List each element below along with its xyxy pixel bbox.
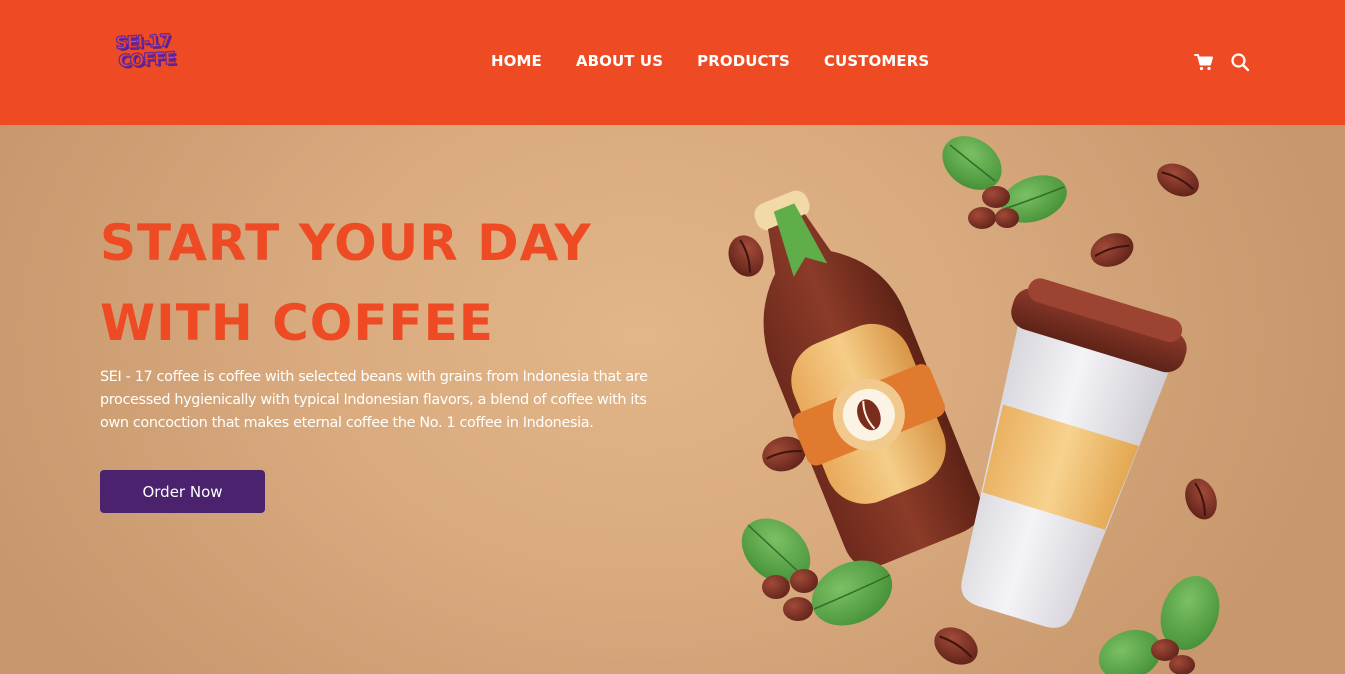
nav-icons (1194, 52, 1250, 72)
leaf-cluster-bottom-right (1098, 576, 1220, 674)
brand-logo[interactable]: SEI-17 COFFE (114, 30, 187, 75)
leaf-cluster-top (942, 136, 1067, 229)
coffee-cup (961, 278, 1187, 628)
hero-description: SEI - 17 coffee is coffee with selected … (100, 369, 648, 431)
hero-headline: START YOUR DAY WITH COFFEE (100, 203, 660, 363)
search-icon[interactable] (1230, 52, 1250, 72)
hero-section: START YOUR DAY WITH COFFEE SEI - 17 coff… (0, 125, 1345, 674)
order-now-button[interactable]: Order Now (100, 470, 265, 513)
logo-line-2: COFFE (117, 48, 176, 72)
coffee-bottle (754, 190, 982, 567)
headline-line-1: START YOUR DAY (100, 214, 592, 272)
main-nav: HOME ABOUT US PRODUCTS CUSTOMERS (491, 52, 929, 70)
nav-link-customers[interactable]: CUSTOMERS (824, 52, 929, 70)
headline-line-2: WITH COFFEE (100, 294, 494, 352)
coffee-products-illustration (728, 136, 1220, 674)
nav-link-products[interactable]: PRODUCTS (697, 52, 790, 70)
nav-link-about-us[interactable]: ABOUT US (576, 52, 663, 70)
cart-icon[interactable] (1194, 52, 1214, 72)
nav-link-home[interactable]: HOME (491, 52, 542, 70)
navbar: SEI-17 COFFE HOME ABOUT US PRODUCTS CUST… (0, 0, 1345, 125)
